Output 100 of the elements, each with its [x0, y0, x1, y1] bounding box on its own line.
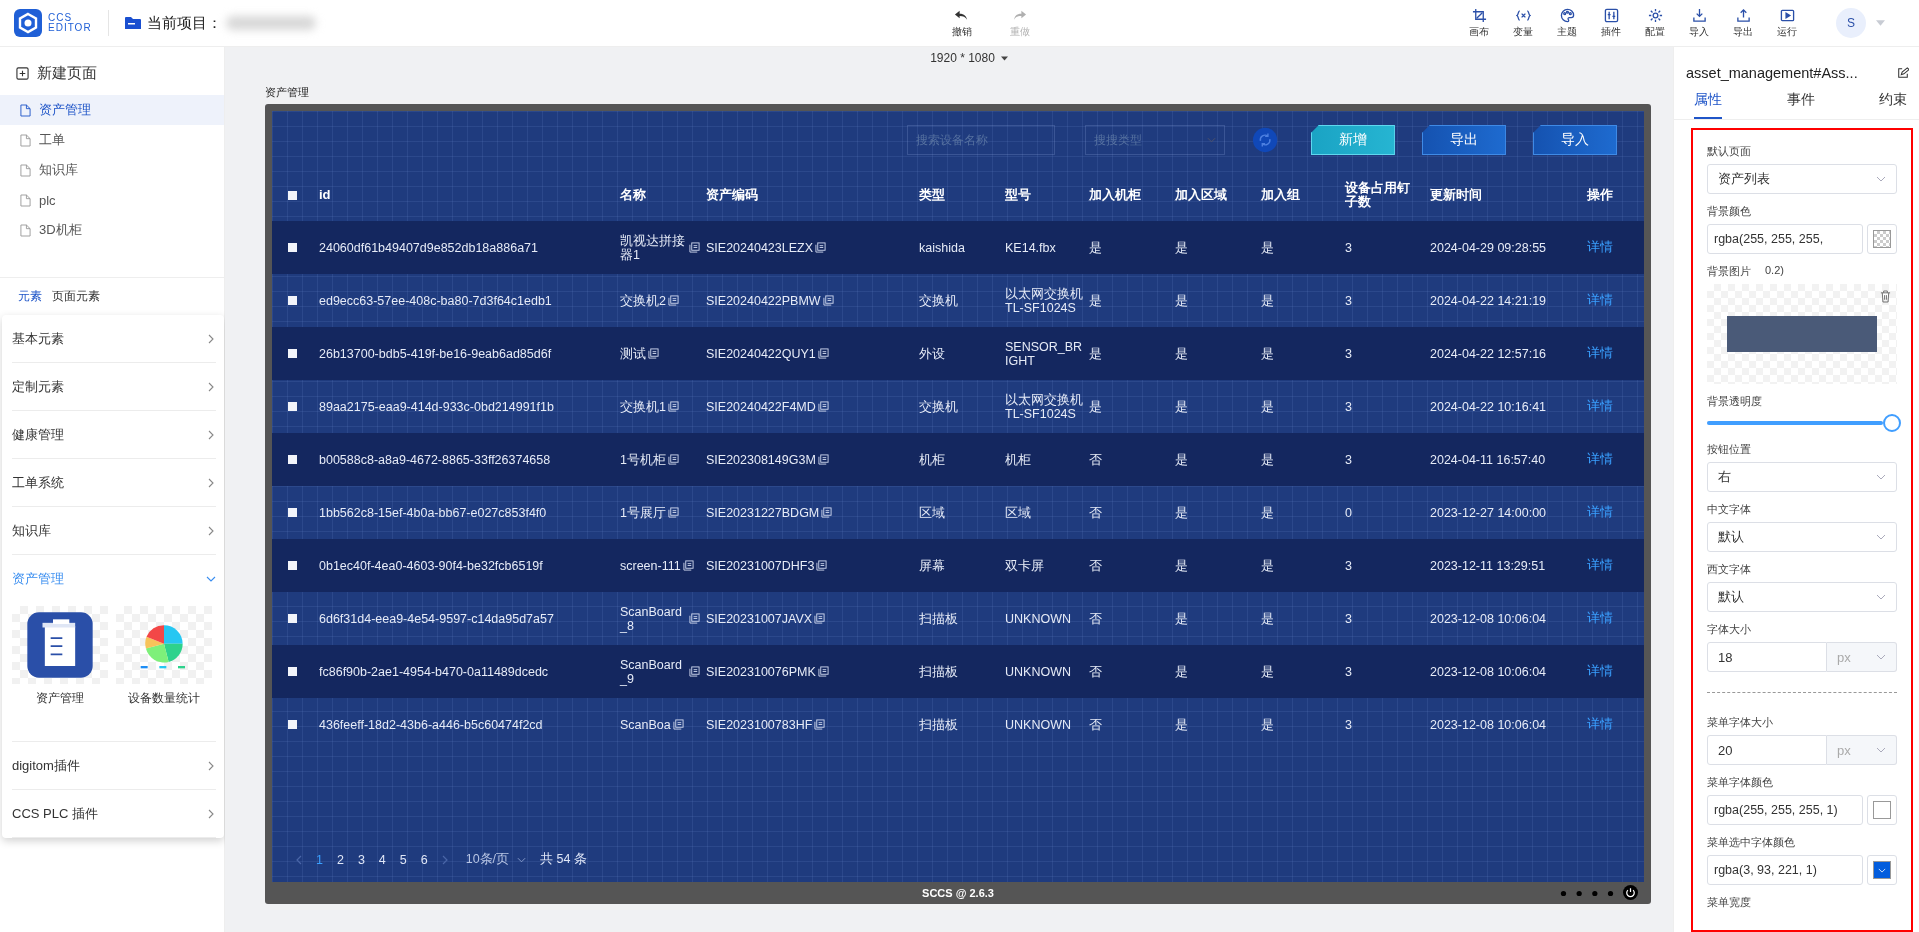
page-item[interactable]: plc [0, 185, 224, 215]
color-field[interactable]: rgba(3, 93, 221, 1) [1707, 855, 1863, 885]
sliders-icon[interactable] [1603, 7, 1619, 23]
chevron-icon[interactable] [206, 760, 216, 771]
settings-icon[interactable] [1647, 7, 1663, 23]
tab[interactable]: 属性 [1694, 91, 1722, 119]
file-icon[interactable] [20, 133, 31, 147]
export-button[interactable]: 导出 [1421, 125, 1506, 155]
copy-icon[interactable] [817, 454, 829, 465]
color-field[interactable]: rgba(255, 255, 255, [1707, 224, 1863, 254]
chevron-icon[interactable] [206, 333, 216, 344]
page-number[interactable]: 2 [336, 852, 344, 867]
chevron-icon[interactable] [1876, 534, 1886, 540]
detail-link[interactable]: 详情 [1587, 292, 1613, 309]
number-field[interactable]: 18 [1707, 642, 1827, 672]
chevron-icon[interactable] [206, 381, 216, 392]
color-swatch[interactable] [1867, 795, 1897, 825]
checkbox[interactable] [288, 243, 297, 252]
copy-icon[interactable] [817, 401, 829, 412]
toolbar-button[interactable]: 导入 [1680, 7, 1718, 39]
select-field[interactable]: 资产列表 [1707, 164, 1897, 194]
checkbox[interactable] [288, 720, 297, 729]
next-page-icon[interactable] [441, 854, 448, 865]
detail-link[interactable]: 详情 [1587, 610, 1613, 627]
chevron-icon[interactable] [1876, 594, 1886, 600]
upload-icon[interactable] [1735, 7, 1751, 23]
copy-icon[interactable] [815, 242, 827, 253]
copy-icon[interactable] [817, 666, 829, 677]
file-icon[interactable] [20, 223, 31, 237]
select-field[interactable]: 默认 [1707, 522, 1897, 552]
play-icon[interactable] [1779, 7, 1795, 23]
page-number[interactable]: 3 [357, 852, 365, 867]
page-number[interactable]: 6 [420, 852, 428, 867]
edit-icon[interactable] [1897, 67, 1909, 79]
power-icon[interactable] [1623, 885, 1638, 900]
copy-icon[interactable] [682, 560, 694, 571]
color-field[interactable]: rgba(255, 255, 255, 1) [1707, 795, 1863, 825]
new-page-label[interactable]: 新建页面 [37, 64, 97, 83]
accordion-header[interactable]: 知识库 [12, 507, 216, 555]
accordion-header[interactable]: 基本元素 [12, 315, 216, 363]
page-number[interactable]: 5 [399, 852, 407, 867]
file-icon[interactable] [20, 103, 31, 117]
detail-link[interactable]: 详情 [1587, 504, 1613, 521]
refresh-icon[interactable] [1251, 126, 1278, 154]
copy-icon[interactable] [821, 507, 833, 518]
accordion-header[interactable]: 定制元素 [12, 363, 216, 411]
detail-link[interactable]: 详情 [1587, 663, 1613, 680]
page-size-select[interactable]: 10条/页 [465, 851, 527, 868]
detail-link[interactable]: 详情 [1587, 345, 1613, 362]
page-number[interactable]: 1 [316, 852, 323, 867]
download-icon[interactable] [1691, 7, 1707, 23]
checkbox[interactable] [288, 508, 297, 517]
copy-icon[interactable] [816, 560, 828, 571]
accordion-header[interactable]: digitom插件 [12, 742, 216, 790]
detail-link[interactable]: 详情 [1587, 451, 1613, 468]
file-icon[interactable] [20, 163, 31, 177]
chevron-icon[interactable] [206, 525, 216, 536]
detail-link[interactable]: 详情 [1587, 557, 1613, 574]
chevron-icon[interactable] [1876, 654, 1886, 660]
checkbox[interactable] [288, 455, 297, 464]
toolbar-button[interactable]: 画布 [1460, 7, 1498, 39]
page-item[interactable]: 资产管理 [0, 95, 224, 125]
caret-icon[interactable] [1000, 55, 1008, 61]
checkbox[interactable] [288, 190, 297, 200]
chevron-icon[interactable] [1876, 474, 1886, 480]
color-swatch[interactable] [1867, 855, 1897, 885]
copy-icon[interactable] [814, 613, 826, 624]
tab[interactable]: 页面元素 [52, 288, 100, 305]
detail-link[interactable]: 详情 [1587, 398, 1613, 415]
copy-icon[interactable] [814, 719, 826, 730]
chevron-icon[interactable] [206, 808, 216, 819]
color-swatch[interactable] [1867, 224, 1897, 254]
undo-button[interactable]: 撤销 [942, 7, 981, 39]
detail-link[interactable]: 详情 [1587, 716, 1613, 733]
file-icon[interactable] [20, 193, 31, 207]
delete-icon[interactable] [1880, 290, 1891, 303]
select-field[interactable]: 默认 [1707, 582, 1897, 612]
page-item[interactable]: 知识库 [0, 155, 224, 185]
avatar[interactable]: S [1836, 8, 1866, 38]
toolbar-button[interactable]: 导出 [1724, 7, 1762, 39]
checkbox[interactable] [288, 296, 297, 305]
accordion-header[interactable]: 工单系统 [12, 459, 216, 507]
dots-icon[interactable] [1560, 890, 1614, 897]
accordion-header[interactable]: 健康管理 [12, 411, 216, 459]
copy-icon[interactable] [822, 295, 834, 306]
page-item[interactable]: 3D机柜 [0, 215, 224, 245]
checkbox[interactable] [288, 667, 297, 676]
chevron-icon[interactable] [206, 429, 216, 440]
toolbar-button[interactable]: 主题 [1548, 7, 1586, 39]
slider-handle[interactable] [1883, 414, 1901, 432]
copy-icon[interactable] [667, 454, 679, 465]
import-button[interactable]: 导入 [1532, 125, 1617, 155]
add-page-icon[interactable] [16, 67, 29, 80]
tab[interactable]: 元素 [18, 288, 42, 305]
chevron-icon[interactable] [1876, 747, 1886, 753]
resolution-select[interactable]: 1920 * 1080 [930, 51, 995, 65]
copy-icon[interactable] [667, 401, 679, 412]
braces-icon[interactable] [1515, 7, 1531, 23]
copy-icon[interactable] [672, 719, 684, 730]
tab[interactable]: 约束 [1879, 91, 1907, 119]
